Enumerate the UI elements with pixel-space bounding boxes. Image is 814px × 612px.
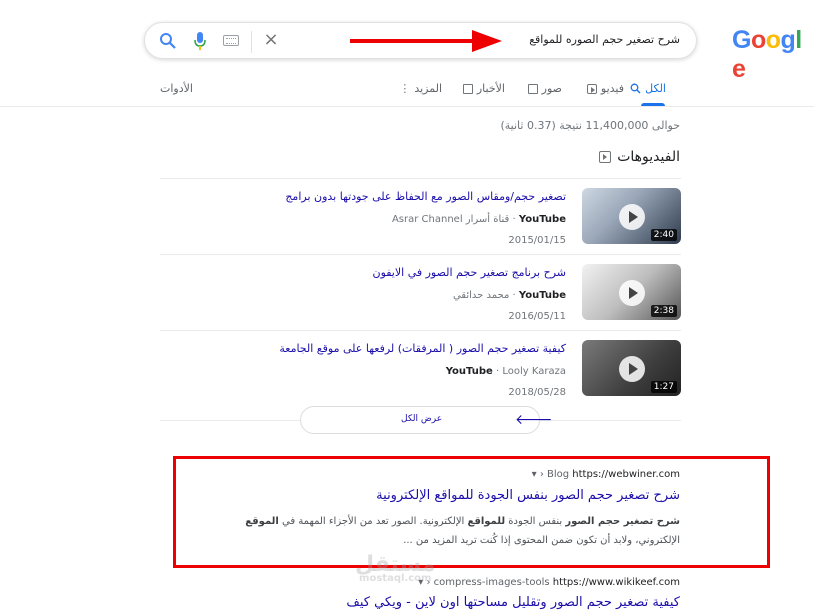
result-stats: حوالى 11,400,000 نتيجة (0.37 ثانية) bbox=[500, 119, 680, 132]
clear-icon[interactable]: × bbox=[261, 30, 281, 50]
search-input[interactable]: شرح تصغير حجم الصوره للمواقع bbox=[529, 33, 680, 46]
video-duration: 2:40 bbox=[650, 229, 677, 241]
play-icon bbox=[599, 151, 612, 163]
arrow-right-icon: 🡐 bbox=[515, 412, 553, 428]
video-date: 2016/05/11 bbox=[508, 311, 566, 322]
search-tabs: الكل فيديو صور الأخبار المزيد ⋮ الأدوات bbox=[0, 82, 814, 106]
video-duration: 2:38 bbox=[650, 305, 677, 317]
divider bbox=[160, 178, 681, 179]
video-title[interactable]: كيفية تصغير حجم الصور ( المرفقات) لرفعها… bbox=[279, 342, 566, 355]
video-thumbnail[interactable]: 2:38 bbox=[582, 264, 681, 320]
tab-tools[interactable]: الأدوات bbox=[160, 82, 193, 95]
annotation-arrow bbox=[350, 30, 502, 52]
divider bbox=[540, 420, 681, 421]
video-date: 2018/05/28 bbox=[508, 387, 566, 398]
divider bbox=[160, 254, 681, 255]
result-title[interactable]: كيفية تصغير حجم الصور وتقليل مساحتها اون… bbox=[346, 595, 680, 610]
divider bbox=[160, 420, 300, 421]
video-title[interactable]: تصغير حجم/ومقاس الصور مع الحفاظ على جودت… bbox=[285, 190, 566, 203]
news-icon bbox=[462, 83, 473, 94]
search-icon bbox=[630, 83, 641, 94]
watermark-logo: مستقل mostaql.com bbox=[355, 552, 436, 584]
search-icon[interactable] bbox=[159, 32, 177, 50]
tab-more[interactable]: المزيد ⋮ bbox=[399, 82, 442, 95]
tab-news[interactable]: الأخبار bbox=[462, 82, 505, 95]
result-url[interactable]: ▾ › compress-images-tools https://www.wi… bbox=[418, 577, 680, 588]
dropdown-arrow-icon[interactable]: ▾ bbox=[532, 469, 537, 480]
video-duration: 1:27 bbox=[650, 381, 677, 393]
microphone-icon[interactable] bbox=[193, 31, 207, 51]
divider bbox=[160, 330, 681, 331]
tab-all[interactable]: الكل bbox=[630, 82, 666, 95]
video-meta: YouTube · قناة أسرار Asrar Channel bbox=[391, 214, 566, 225]
image-icon bbox=[527, 83, 538, 94]
video-result[interactable]: 1:27 كيفية تصغير حجم الصور ( المرفقات) ل… bbox=[160, 332, 681, 408]
video-meta: YouTube · Looly Karaza bbox=[445, 366, 566, 377]
video-thumbnail[interactable]: 1:27 bbox=[582, 340, 681, 396]
google-logo[interactable]: Google bbox=[732, 26, 814, 84]
divider bbox=[0, 106, 814, 107]
view-all-button[interactable]: عرض الكل 🡐 bbox=[300, 406, 553, 434]
video-title[interactable]: شرح برنامج تصغير حجم الصور في الايفون bbox=[372, 266, 566, 279]
videos-heading: الفيديوهات bbox=[599, 149, 680, 165]
video-date: 2015/01/15 bbox=[508, 235, 566, 246]
result-snippet: شرح تصغير حجم الصور بنفس الجودة للمواقع … bbox=[245, 516, 680, 546]
divider bbox=[251, 31, 252, 53]
play-icon bbox=[619, 356, 645, 382]
play-icon bbox=[619, 280, 645, 306]
video-result[interactable]: 2:40 تصغير حجم/ومقاس الصور مع الحفاظ على… bbox=[160, 180, 681, 256]
video-thumbnail[interactable]: 2:40 bbox=[582, 188, 681, 244]
result-url[interactable]: ▾ › Blog https://webwiner.com bbox=[532, 469, 680, 480]
tab-images[interactable]: صور bbox=[527, 82, 562, 95]
keyboard-icon[interactable] bbox=[223, 35, 239, 46]
play-icon bbox=[619, 204, 645, 230]
tab-videos[interactable]: فيديو bbox=[586, 82, 624, 95]
video-meta: YouTube · محمد حدائقي bbox=[452, 290, 566, 301]
result-title[interactable]: شرح تصغير حجم الصور بنفس الجودة للمواقع … bbox=[376, 488, 680, 503]
play-icon bbox=[586, 83, 597, 94]
video-result[interactable]: 2:38 شرح برنامج تصغير حجم الصور في الايف… bbox=[160, 256, 681, 332]
more-icon: ⋮ bbox=[399, 82, 411, 95]
